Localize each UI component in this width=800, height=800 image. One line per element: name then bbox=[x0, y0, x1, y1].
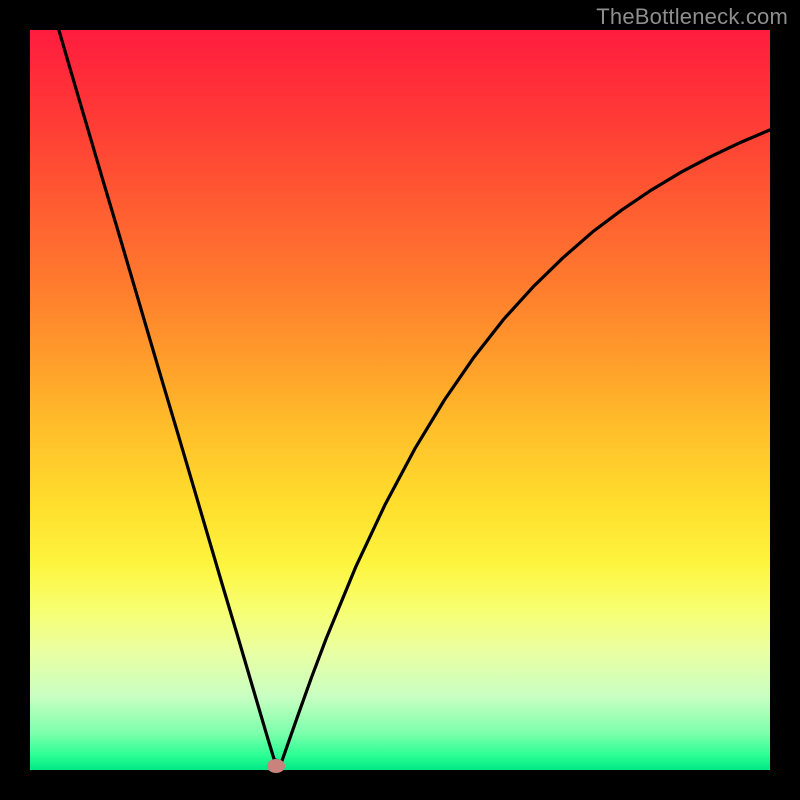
chart-frame: TheBottleneck.com bbox=[0, 0, 800, 800]
plot-area bbox=[30, 30, 770, 770]
curve-svg bbox=[30, 30, 770, 770]
watermark-text: TheBottleneck.com bbox=[596, 4, 788, 30]
balance-point-marker bbox=[267, 759, 285, 773]
bottleneck-curve bbox=[59, 30, 770, 762]
